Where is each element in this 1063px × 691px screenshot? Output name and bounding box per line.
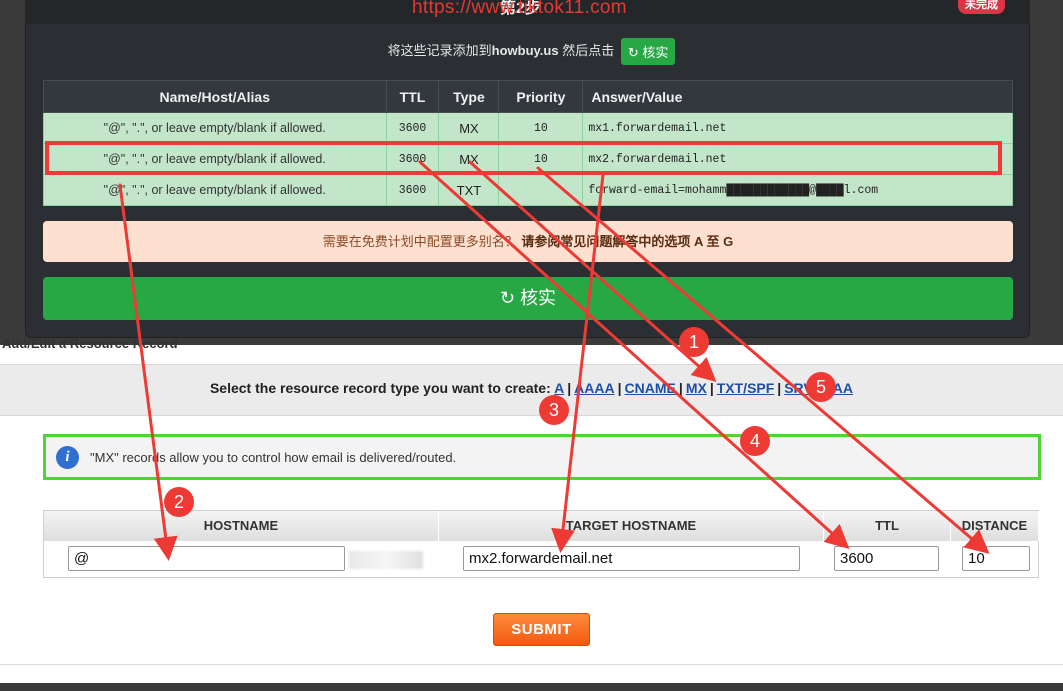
annotation-marker-3: 3 — [539, 395, 569, 425]
column-header-answer: Answer/Value — [582, 80, 1013, 113]
record-type-bar: Select the resource record type you want… — [0, 364, 1063, 416]
verify-button-label: 核实 — [520, 288, 557, 308]
instruction-text: 将这些记录添加到howbuy.us 然后点击 ↻ 核实 — [0, 38, 1063, 65]
highlight-annotation-box — [45, 141, 1002, 175]
target-hostname-input[interactable]: mx2.forwardemail.net — [463, 546, 800, 571]
ttl-input[interactable]: 3600 — [834, 546, 939, 571]
instruction-domain: howbuy.us — [491, 42, 559, 58]
submit-button[interactable]: SUBMIT — [493, 613, 590, 646]
column-header-name: Name/Host/Alias — [43, 80, 387, 113]
record-type[interactable]: MX — [438, 112, 500, 144]
record-type-prompt: Select the resource record type you want… — [209, 380, 551, 396]
annotation-marker-2: 2 — [164, 487, 194, 517]
record-ttl[interactable]: 3600 — [385, 112, 440, 144]
table-header-row: Name/Host/Alias TTL Type Priority Answer… — [43, 80, 1013, 113]
record-name[interactable]: "@", ".", or leave empty/blank if allowe… — [43, 112, 387, 144]
annotation-marker-5: 5 — [806, 372, 836, 402]
faq-link[interactable]: 请参阅常见问题解答中的选项 A 至 G — [521, 234, 733, 249]
page-title: Add/Edit a Resource Record — [2, 336, 178, 351]
type-link-cname[interactable]: CNAME — [625, 380, 676, 396]
info-message-text: "MX" records allow you to control how em… — [90, 450, 457, 465]
record-name[interactable]: "@", ".", or leave empty/blank if allowe… — [43, 174, 387, 206]
hostname-input[interactable]: @ — [68, 546, 345, 571]
type-link-mx[interactable]: MX — [686, 380, 707, 396]
instruction-prefix: 将这些记录添加到 — [387, 42, 492, 58]
domain-suffix-blurred — [349, 551, 423, 569]
status-badge: 未完成 — [958, 0, 1005, 14]
record-answer[interactable]: mx1.forwardemail.net — [582, 112, 1013, 144]
column-header-distance: DISTANCE — [951, 511, 1039, 541]
refresh-icon: ↻ — [499, 288, 516, 308]
column-header-ttl: TTL — [824, 511, 951, 541]
column-header-ttl: TTL — [385, 80, 440, 113]
verify-button[interactable]: ↻ 核实 — [43, 277, 1013, 320]
table-row: "@", ".", or leave empty/blank if allowe… — [43, 112, 1013, 144]
alias-note-text: 需要在免费计划中配置更多别名？ — [322, 234, 518, 249]
refresh-icon: ↻ — [627, 45, 639, 60]
inline-verify-label: 核实 — [642, 45, 669, 60]
table-row: "@", ".", or leave empty/blank if allowe… — [43, 174, 1013, 206]
type-link-aaaa[interactable]: AAAA — [574, 380, 614, 396]
watermark-url: https://www.tiktok11.com — [412, 0, 627, 18]
record-priority[interactable] — [498, 174, 584, 206]
divider — [0, 664, 1063, 665]
record-ttl[interactable]: 3600 — [385, 174, 440, 206]
alias-note: 需要在免费计划中配置更多别名？ 请参阅常见问题解答中的选项 A 至 G — [43, 221, 1013, 262]
record-answer[interactable]: forward-email=mohamm████████████@████l.c… — [582, 174, 1013, 206]
bottom-edge — [0, 683, 1063, 691]
column-header-type: Type — [438, 80, 500, 113]
distance-input[interactable]: 10 — [962, 546, 1030, 571]
record-priority[interactable]: 10 — [498, 112, 584, 144]
info-message: i "MX" records allow you to control how … — [43, 434, 1041, 480]
column-header-target-hostname: TARGET HOSTNAME — [439, 511, 824, 541]
annotation-marker-1: 1 — [679, 327, 709, 357]
instruction-suffix: 然后点击 — [558, 42, 615, 58]
type-link-txt-spf[interactable]: TXT/SPF — [717, 380, 775, 396]
column-header-priority: Priority — [498, 80, 584, 113]
annotation-marker-4: 4 — [740, 426, 770, 456]
type-link-a[interactable]: A — [554, 380, 564, 396]
record-form: HOSTNAME TARGET HOSTNAME TTL DISTANCE @ … — [43, 510, 1039, 578]
info-icon: i — [56, 446, 79, 469]
inline-verify-button[interactable]: ↻ 核实 — [620, 38, 676, 65]
record-type[interactable]: TXT — [438, 174, 500, 206]
column-header-hostname: HOSTNAME — [44, 511, 439, 541]
